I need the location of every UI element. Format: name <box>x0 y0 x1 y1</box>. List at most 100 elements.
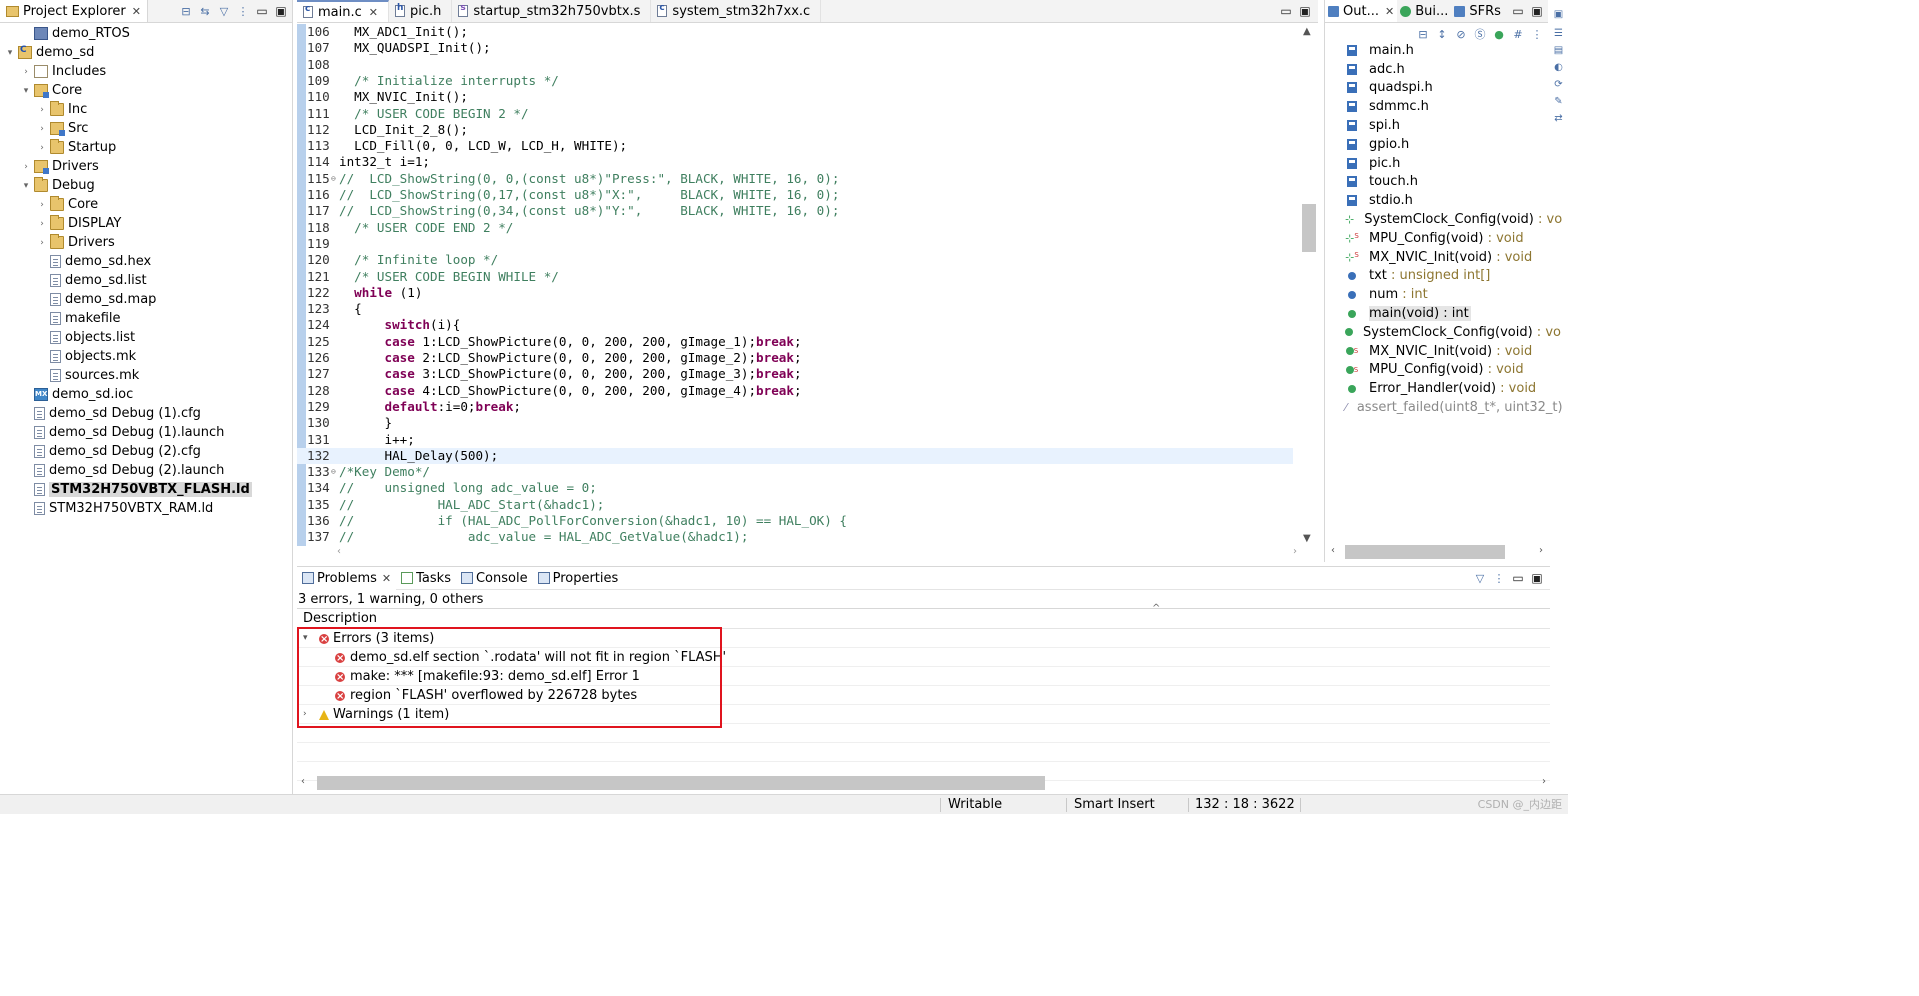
outline-tab[interactable]: SFRs <box>1451 0 1504 22</box>
tree-item[interactable]: › DISPLAY <box>0 214 292 233</box>
hash-icon[interactable]: # <box>1511 27 1525 41</box>
outline-item[interactable]: touch.h <box>1325 173 1549 192</box>
code-text-area[interactable]: 106 MX_ADC1_Init(); 107 MX_QUADSPI_Init()… <box>297 24 1318 546</box>
description-column-header[interactable]: Description <box>297 609 1550 629</box>
maximize-icon[interactable]: ▣ <box>1298 4 1312 18</box>
tree-item[interactable]: makefile <box>0 309 292 328</box>
scroll-right-icon[interactable]: › <box>1293 546 1297 557</box>
code-line[interactable]: 131 i++; <box>297 432 1293 448</box>
tree-item[interactable]: demo_sd Debug (1).launch <box>0 423 292 442</box>
minimize-icon[interactable]: ▭ <box>1279 4 1293 18</box>
minimize-icon[interactable]: ▭ <box>1511 571 1525 585</box>
outline-item[interactable]: main.h <box>1325 41 1549 60</box>
filter-icon[interactable]: ▽ <box>1473 571 1487 585</box>
problem-item-row[interactable]: make: *** [makefile:93: demo_sd.elf] Err… <box>297 667 1550 687</box>
static-stack-icon[interactable]: ◐ <box>1552 61 1565 74</box>
minimize-icon[interactable]: ▭ <box>255 4 269 18</box>
code-line[interactable]: 109 /* Initialize interrupts */ <box>297 73 1293 89</box>
editor-tab[interactable]: startup_stm32h750vbtx.s <box>452 0 652 22</box>
code-line[interactable]: 119 <box>297 236 1293 252</box>
collapsed-chevron-icon[interactable]: › <box>36 124 48 134</box>
tree-item[interactable]: demo_sd.map <box>0 290 292 309</box>
view-menu-icon[interactable]: ⋮ <box>1492 571 1506 585</box>
code-line[interactable]: 121 /* USER CODE BEGIN WHILE */ <box>297 269 1293 285</box>
outline-item[interactable]: ⊹ SystemClock_Config(void) : vo <box>1325 210 1562 229</box>
close-icon[interactable]: ✕ <box>382 572 391 585</box>
tree-item[interactable]: › Drivers <box>0 157 292 176</box>
problems-view-tab[interactable]: Tasks <box>396 567 456 590</box>
problems-view-tab[interactable]: Properties <box>533 567 624 590</box>
tree-item[interactable]: sources.mk <box>0 366 292 385</box>
code-line[interactable]: 120 /* Infinite loop */ <box>297 252 1293 268</box>
collapsed-chevron-icon[interactable]: › <box>36 143 48 153</box>
scroll-thumb[interactable] <box>317 776 1045 790</box>
tree-item[interactable]: › Startup <box>0 138 292 157</box>
scroll-right-icon[interactable]: › <box>1542 776 1546 787</box>
outline-item[interactable]: stdio.h <box>1325 191 1549 210</box>
scroll-right-icon[interactable]: › <box>1539 545 1543 556</box>
pencil-icon[interactable]: ✎ <box>1552 95 1565 108</box>
task-list-icon[interactable]: ☰ <box>1552 27 1565 40</box>
code-line[interactable]: 127 case 3:LCD_ShowPicture(0, 0, 200, 20… <box>297 366 1293 382</box>
problem-item-row[interactable]: region `FLASH' overflowed by 226728 byte… <box>297 686 1550 706</box>
code-line[interactable]: 132 HAL_Delay(500); <box>297 447 1293 465</box>
outline-item[interactable]: Error_Handler(void) : void <box>1325 379 1549 398</box>
link-with-editor-icon[interactable]: ⇆ <box>198 4 212 18</box>
scroll-left-icon[interactable]: ‹ <box>1331 545 1335 556</box>
hide-fields-icon[interactable]: ⊘ <box>1454 27 1468 41</box>
collapse-all-icon[interactable]: ⊟ <box>1416 27 1430 41</box>
outline-item[interactable]: sdmmc.h <box>1325 97 1549 116</box>
collapsed-chevron-icon[interactable]: › <box>303 705 307 724</box>
code-line[interactable]: 116 // LCD_ShowString(0,17,(const u8*)"X:… <box>297 187 1293 203</box>
maximize-icon[interactable]: ▣ <box>1530 571 1544 585</box>
collapse-all-icon[interactable]: ⊟ <box>179 4 193 18</box>
code-line[interactable]: 128 case 4:LCD_ShowPicture(0, 0, 200, 20… <box>297 383 1293 399</box>
outline-item[interactable]: num : int <box>1325 285 1549 304</box>
code-line[interactable]: 134 // unsigned long adc_value = 0; <box>297 480 1293 496</box>
tree-item[interactable]: demo_sd Debug (1).cfg <box>0 404 292 423</box>
scroll-left-icon[interactable]: ‹ <box>337 546 341 557</box>
editor-horizontal-scrollbar[interactable]: ‹ › <box>337 546 1297 560</box>
expanded-chevron-icon[interactable]: ▾ <box>20 86 32 96</box>
expanded-chevron-icon[interactable]: ▾ <box>20 181 32 191</box>
tree-item[interactable]: ▾ Debug <box>0 176 292 195</box>
collapsed-chevron-icon[interactable]: › <box>20 67 32 77</box>
restore-icon[interactable]: ▣ <box>1552 8 1565 21</box>
code-line[interactable]: 137 // adc_value = HAL_ADC_GetValue(&hadc… <box>297 529 1293 545</box>
code-line[interactable]: 113 LCD_Fill(0, 0, LCD_W, LCD_H, WHITE); <box>297 138 1293 154</box>
outline-item[interactable]: adc.h <box>1325 60 1549 79</box>
scroll-thumb[interactable] <box>1302 204 1316 252</box>
tree-item[interactable]: demo_sd.list <box>0 271 292 290</box>
tree-item[interactable]: STM32H750VBTX_RAM.ld <box>0 499 292 518</box>
outline-horizontal-scrollbar[interactable]: ‹ › <box>1329 545 1545 559</box>
editor-tab[interactable]: main.c ✕ <box>297 0 389 22</box>
project-explorer-tab[interactable]: Project Explorer ✕ <box>0 0 148 22</box>
tree-item[interactable]: › Inc <box>0 100 292 119</box>
tree-item[interactable]: objects.mk <box>0 347 292 366</box>
tree-item[interactable]: ▾ demo_sd <box>0 43 292 62</box>
tree-item[interactable]: demo_sd Debug (2).launch <box>0 461 292 480</box>
outline-item[interactable]: gpio.h <box>1325 135 1549 154</box>
tree-item[interactable]: ▾ Core <box>0 81 292 100</box>
code-line[interactable]: 133 ⊖/*Key Demo*/ <box>297 464 1293 480</box>
build-analyzer-icon[interactable]: ▤ <box>1552 44 1565 57</box>
problem-group-row[interactable]: ▾ Errors (3 items) <box>297 629 1550 649</box>
hide-non-public-icon[interactable]: ● <box>1492 27 1506 41</box>
sync-icon[interactable]: ⇄ <box>1552 112 1565 125</box>
outline-item[interactable]: S MX_NVIC_Init(void) : void <box>1325 342 1549 361</box>
collapsed-chevron-icon[interactable]: › <box>36 200 48 210</box>
view-menu-icon[interactable]: ⋮ <box>1530 27 1544 41</box>
outline-tab[interactable]: Out... ✕ <box>1325 0 1398 22</box>
outline-item[interactable]: quadspi.h <box>1325 79 1549 98</box>
tree-item[interactable]: › Core <box>0 195 292 214</box>
outline-item[interactable]: txt : unsigned int[] <box>1325 267 1549 286</box>
expanded-chevron-icon[interactable]: ▾ <box>4 48 16 58</box>
code-line[interactable]: 118 /* USER CODE END 2 */ <box>297 220 1293 236</box>
code-line[interactable]: 115 ⊖// LCD_ShowString(0, 0,(const u8*)"P… <box>297 171 1293 187</box>
outline-tab[interactable]: Bui... <box>1397 0 1452 22</box>
scroll-thumb[interactable] <box>1345 545 1505 559</box>
refresh-icon[interactable]: ⟳ <box>1552 78 1565 91</box>
code-line[interactable]: 110 MX_NVIC_Init(); <box>297 89 1293 105</box>
code-line[interactable]: 126 case 2:LCD_ShowPicture(0, 0, 200, 20… <box>297 350 1293 366</box>
code-line[interactable]: 112 LCD_Init_2_8(); <box>297 122 1293 138</box>
